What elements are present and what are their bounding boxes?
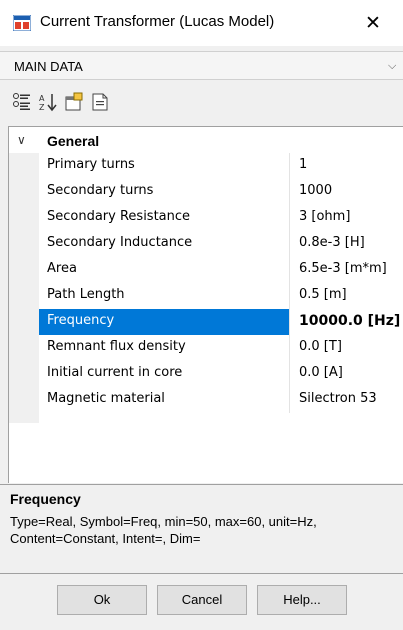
- grid-gutter: [9, 153, 39, 423]
- section-dropdown-value: MAIN DATA: [14, 59, 83, 74]
- property-row[interactable]: Secondary turns 1000: [39, 179, 403, 205]
- property-value[interactable]: 0.5 [m]: [299, 287, 347, 302]
- close-icon[interactable]: ✕: [354, 9, 392, 37]
- column-divider: [289, 231, 290, 257]
- column-divider: [289, 335, 290, 361]
- property-grid: ∨ General Primary turns 1 Secondary turns 1…: [8, 126, 403, 483]
- category-general[interactable]: ∨ General: [9, 131, 403, 153]
- column-divider: [289, 179, 290, 205]
- column-divider: [289, 361, 290, 387]
- column-divider: [289, 257, 290, 283]
- property-row[interactable]: Primary turns 1: [39, 153, 403, 179]
- property-name: Primary turns: [47, 157, 135, 172]
- property-name: Remnant flux density: [47, 339, 186, 354]
- title-bar: Current Transformer (Lucas Model) ✕: [0, 0, 403, 46]
- column-divider: [289, 283, 290, 309]
- description-panel: Frequency Type=Real, Symbol=Freq, min=50…: [0, 484, 403, 574]
- property-name: Magnetic material: [47, 391, 165, 406]
- sort-alphabetical-icon[interactable]: A Z: [38, 92, 58, 112]
- column-divider: [289, 387, 290, 413]
- column-divider: [289, 153, 290, 179]
- section-dropdown[interactable]: MAIN DATA ⌵: [0, 51, 403, 80]
- property-name: Secondary Inductance: [47, 235, 193, 250]
- property-row[interactable]: Frequency 10000.0 [Hz]: [39, 309, 403, 335]
- property-row[interactable]: Area 6.5e-3 [m*m]: [39, 257, 403, 283]
- property-value[interactable]: Silectron 53: [299, 391, 377, 406]
- chevron-down-icon: ⌵: [388, 59, 397, 72]
- property-row[interactable]: Path Length 0.5 [m]: [39, 283, 403, 309]
- column-divider: [289, 309, 290, 335]
- property-name: Frequency: [47, 313, 115, 328]
- property-name: Initial current in core: [47, 365, 183, 380]
- property-name: Area: [47, 261, 77, 276]
- property-value[interactable]: 0.0 [A]: [299, 365, 343, 380]
- property-name: Secondary Resistance: [47, 209, 191, 224]
- cancel-button[interactable]: Cancel: [157, 585, 247, 615]
- property-value[interactable]: 0.8e-3 [H]: [299, 235, 365, 250]
- property-name: Path Length: [47, 287, 125, 302]
- categorized-icon[interactable]: [12, 92, 32, 112]
- property-value[interactable]: 1000: [299, 183, 332, 198]
- property-value[interactable]: 6.5e-3 [m*m]: [299, 261, 387, 276]
- property-name: Secondary turns: [47, 183, 154, 198]
- property-value[interactable]: 0.0 [T]: [299, 339, 342, 354]
- help-button[interactable]: Help...: [257, 585, 347, 615]
- svg-text:Z: Z: [39, 103, 45, 112]
- property-row[interactable]: Remnant flux density 0.0 [T]: [39, 335, 403, 361]
- description-title: Frequency: [10, 491, 81, 507]
- property-value[interactable]: 3 [ohm]: [299, 209, 350, 224]
- description-body: Type=Real, Symbol=Freq, min=50, max=60, …: [10, 514, 317, 546]
- property-row[interactable]: Secondary Inductance 0.8e-3 [H]: [39, 231, 403, 257]
- property-row[interactable]: Secondary Resistance 3 [ohm]: [39, 205, 403, 231]
- property-value[interactable]: 1: [299, 157, 307, 172]
- category-label: General: [47, 133, 100, 149]
- column-divider: [289, 205, 290, 231]
- app-icon: [13, 15, 31, 31]
- property-value[interactable]: 10000.0 [Hz]: [299, 313, 400, 329]
- chevron-down-icon[interactable]: ∨: [17, 133, 26, 147]
- window-title: Current Transformer (Lucas Model): [40, 13, 275, 30]
- property-pages-icon[interactable]: [64, 92, 84, 112]
- svg-text:A: A: [39, 94, 45, 103]
- toolbar: A Z: [0, 84, 403, 120]
- property-row[interactable]: Initial current in core 0.0 [A]: [39, 361, 403, 387]
- ok-button[interactable]: Ok: [57, 585, 147, 615]
- document-icon[interactable]: [90, 92, 110, 112]
- property-row[interactable]: Magnetic material Silectron 53: [39, 387, 403, 413]
